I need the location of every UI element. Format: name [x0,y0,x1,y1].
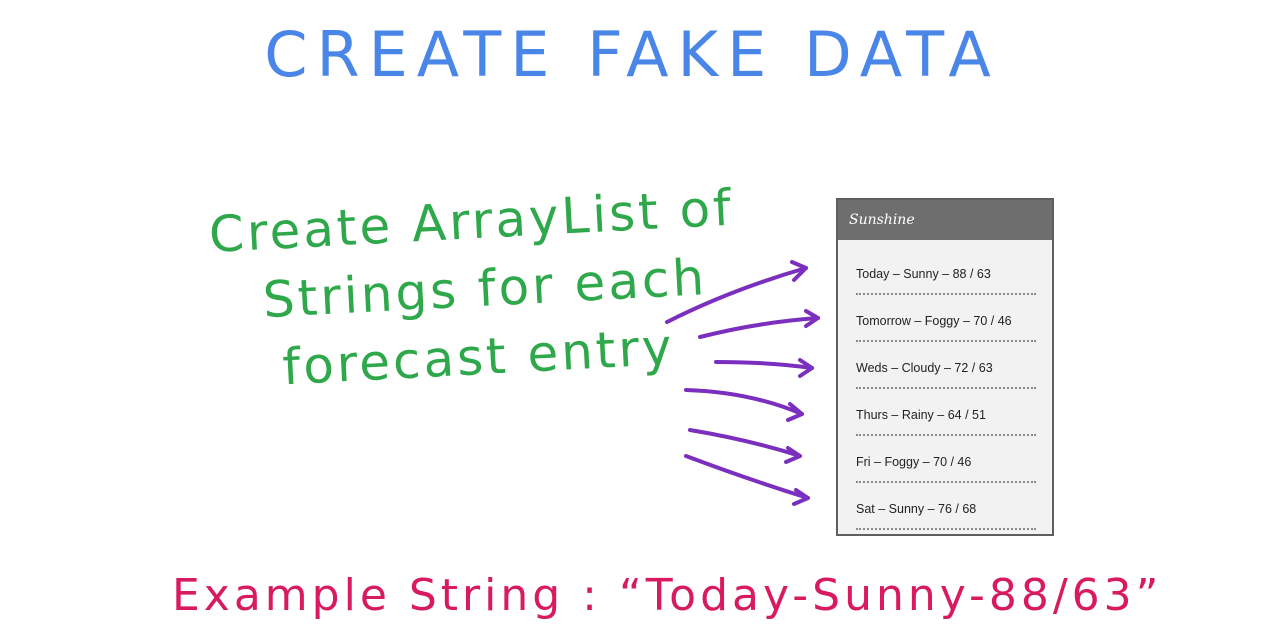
list-item[interactable]: Thurs – Rainy – 64 / 51 [856,389,1036,436]
list-item[interactable]: Tomorrow – Foggy – 70 / 46 [856,295,1036,342]
list-item[interactable]: Weds – Cloudy – 72 / 63 [856,342,1036,389]
list-item[interactable]: Today – Sunny – 88 / 63 [856,248,1036,295]
arrow-3 [714,360,814,370]
arrow-5 [688,428,802,458]
arrow-1 [665,266,808,324]
arrows-group [665,260,820,506]
list-item[interactable]: Sat – Sunny – 76 / 68 [856,483,1036,530]
arrow-4 [684,388,804,416]
list-item[interactable]: Fri – Foggy – 70 / 46 [856,436,1036,483]
example-string: Example String : “Today-Sunny-88/63” [172,570,1163,621]
forecast-list: Today – Sunny – 88 / 63 Tomorrow – Foggy… [838,240,1052,530]
app-title: Sunshine [849,212,915,228]
arrow-2 [698,316,820,339]
phone-mockup: Sunshine Today – Sunny – 88 / 63 Tomorro… [836,198,1054,536]
app-bar: Sunshine [838,200,1052,240]
